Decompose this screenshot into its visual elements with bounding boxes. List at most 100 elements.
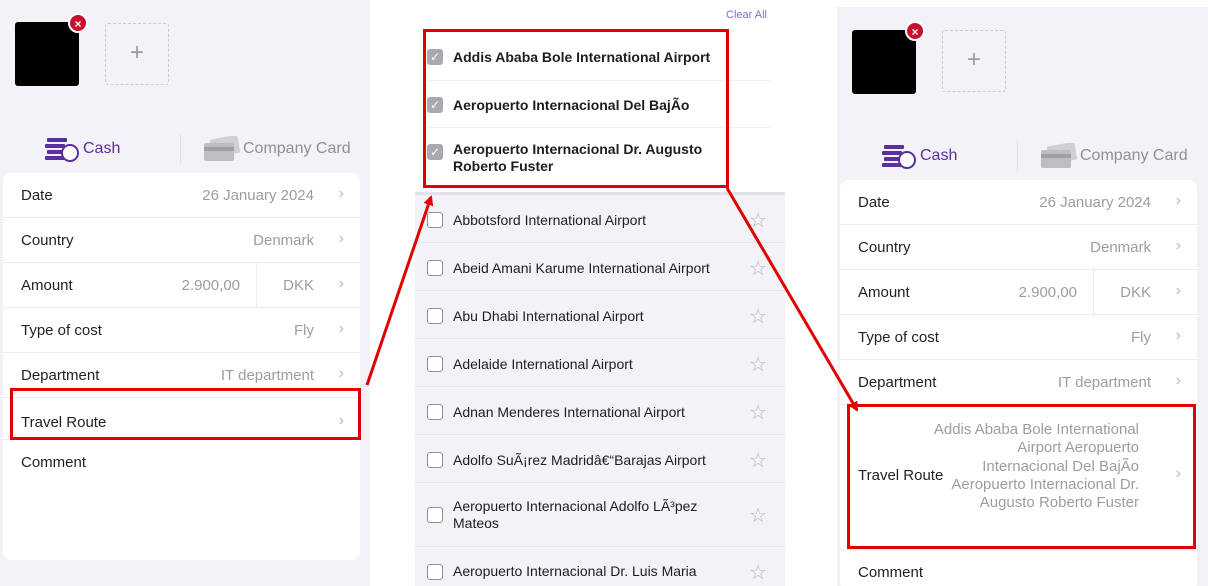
chevron-right-icon: › <box>338 320 344 337</box>
chevron-right-icon: › <box>1175 282 1181 299</box>
department-label: Department <box>21 367 100 384</box>
star-icon[interactable]: ☆ <box>749 256 767 281</box>
list-item[interactable]: Abbotsford International Airport ☆ <box>415 195 785 243</box>
highlight-travel-route-filled <box>847 404 1196 549</box>
amount-label: Amount <box>21 277 73 294</box>
form-row-date[interactable]: Date 26 January 2024 › <box>3 173 360 218</box>
form-row-comment[interactable]: Comment <box>3 440 360 485</box>
amount-value[interactable]: 2.900,00 <box>1019 284 1077 301</box>
department-value: IT department <box>220 367 314 384</box>
coins-icon <box>882 145 916 169</box>
remove-receipt-icon[interactable]: × <box>68 13 88 33</box>
date-value: 26 January 2024 <box>1039 194 1151 211</box>
amount-label: Amount <box>858 284 910 301</box>
remove-receipt-icon[interactable]: × <box>905 21 925 41</box>
credit-card-icon <box>204 136 241 161</box>
chevron-right-icon: › <box>1175 237 1181 254</box>
tab-cash[interactable]: Cash <box>45 130 120 168</box>
star-icon[interactable]: ☆ <box>749 352 767 377</box>
country-value: Denmark <box>1090 239 1151 256</box>
date-label: Date <box>858 194 890 211</box>
chevron-right-icon: › <box>338 185 344 202</box>
department-value: IT department <box>1057 374 1151 391</box>
form-row-date[interactable]: Date 26 January 2024 › <box>840 180 1197 225</box>
tab-divider <box>1017 141 1018 171</box>
form-row-country[interactable]: Country Denmark › <box>3 218 360 263</box>
star-icon[interactable]: ☆ <box>749 560 767 585</box>
checkbox-icon[interactable] <box>427 564 443 580</box>
tab-cash-label: Cash <box>83 140 121 157</box>
receipt-thumbnail[interactable] <box>15 22 79 86</box>
chevron-right-icon: › <box>1175 192 1181 209</box>
list-item[interactable]: Adelaide International Airport ☆ <box>415 339 785 387</box>
list-item[interactable]: Aeropuerto Internacional Dr. Luis Maria … <box>415 547 785 586</box>
star-icon[interactable]: ☆ <box>749 400 767 425</box>
expense-form-before: × + Cash Company Card Date 26 January 20… <box>0 0 370 586</box>
list-item-label: Adnan Menderes International Airport <box>453 404 685 420</box>
list-item[interactable]: Aeropuerto Internacional Adolfo LÃ³pez M… <box>415 483 785 547</box>
checkbox-icon[interactable] <box>427 452 443 468</box>
currency-value[interactable]: DKK <box>283 277 314 294</box>
type-of-cost-value: Fly <box>294 322 314 339</box>
form-row-amount[interactable]: Amount 2.900,00 DKK › <box>840 270 1197 315</box>
amount-divider <box>256 263 257 307</box>
clear-all-button[interactable]: Clear All <box>726 9 767 21</box>
type-of-cost-value: Fly <box>1131 329 1151 346</box>
currency-value[interactable]: DKK <box>1120 284 1151 301</box>
form-row-amount[interactable]: Amount 2.900,00 DKK › <box>3 263 360 308</box>
credit-card-icon <box>1041 143 1078 168</box>
list-item-label: Adelaide International Airport <box>453 356 633 372</box>
list-item[interactable]: Adnan Menderes International Airport ☆ <box>415 387 785 435</box>
checkbox-icon[interactable] <box>427 507 443 523</box>
amount-divider <box>1093 270 1094 314</box>
highlight-travel-route <box>10 388 361 440</box>
star-icon[interactable]: ☆ <box>749 208 767 233</box>
list-item-label: Aeropuerto Internacional Dr. Luis Maria <box>453 563 697 579</box>
star-icon[interactable]: ☆ <box>749 503 767 528</box>
receipt-thumbnail[interactable] <box>852 30 916 94</box>
add-receipt-button[interactable]: + <box>105 23 169 85</box>
payment-method-tabs: Cash Company Card <box>0 130 370 168</box>
list-item-label: Abbotsford International Airport <box>453 212 647 228</box>
chevron-right-icon: › <box>1175 327 1181 344</box>
form-row-department[interactable]: Department IT department › <box>840 360 1197 405</box>
type-of-cost-label: Type of cost <box>21 322 102 339</box>
country-label: Country <box>21 232 74 249</box>
expense-form-after: × + Cash Company Card Date 26 January 20… <box>837 7 1208 586</box>
form-row-comment[interactable]: Comment <box>840 550 1197 586</box>
coins-icon <box>45 138 79 162</box>
form-row-type-of-cost[interactable]: Type of cost Fly › <box>840 315 1197 360</box>
star-icon[interactable]: ☆ <box>749 304 767 329</box>
tab-divider <box>180 134 181 164</box>
comment-label: Comment <box>858 564 924 581</box>
department-label: Department <box>858 374 937 391</box>
form-row-country[interactable]: Country Denmark › <box>840 225 1197 270</box>
list-item[interactable]: Abu Dhabi International Airport ☆ <box>415 291 785 339</box>
star-icon[interactable]: ☆ <box>749 448 767 473</box>
list-item-label: Aeropuerto Internacional Adolfo LÃ³pez M… <box>453 498 698 531</box>
tab-cash-label: Cash <box>920 147 958 164</box>
tab-company-card[interactable]: Company Card <box>203 130 351 168</box>
tab-company-card[interactable]: Company Card <box>1040 137 1188 175</box>
country-label: Country <box>858 239 911 256</box>
payment-method-tabs: Cash Company Card <box>837 137 1207 175</box>
checkbox-icon[interactable] <box>427 308 443 324</box>
list-item[interactable]: Abeid Amani Karume International Airport… <box>415 243 785 291</box>
list-item[interactable]: Adolfo SuÃ¡rez Madridâ€“Barajas Airport … <box>415 435 785 483</box>
chevron-right-icon: › <box>338 365 344 382</box>
tab-company-card-label: Company Card <box>243 140 351 157</box>
form-row-type-of-cost[interactable]: Type of cost Fly › <box>3 308 360 353</box>
chevron-right-icon: › <box>338 230 344 247</box>
amount-value[interactable]: 2.900,00 <box>182 277 240 294</box>
tab-company-card-label: Company Card <box>1080 147 1188 164</box>
checkbox-icon[interactable] <box>427 356 443 372</box>
airport-picker: Clear All ✓ Addis Ababa Bole Internation… <box>415 0 785 586</box>
add-receipt-button[interactable]: + <box>942 30 1006 92</box>
country-value: Denmark <box>253 232 314 249</box>
checkbox-icon[interactable] <box>427 404 443 420</box>
tab-cash[interactable]: Cash <box>882 137 957 175</box>
checkbox-icon[interactable] <box>427 212 443 228</box>
list-item-label: Abeid Amani Karume International Airport <box>453 260 710 276</box>
date-label: Date <box>21 187 53 204</box>
checkbox-icon[interactable] <box>427 260 443 276</box>
